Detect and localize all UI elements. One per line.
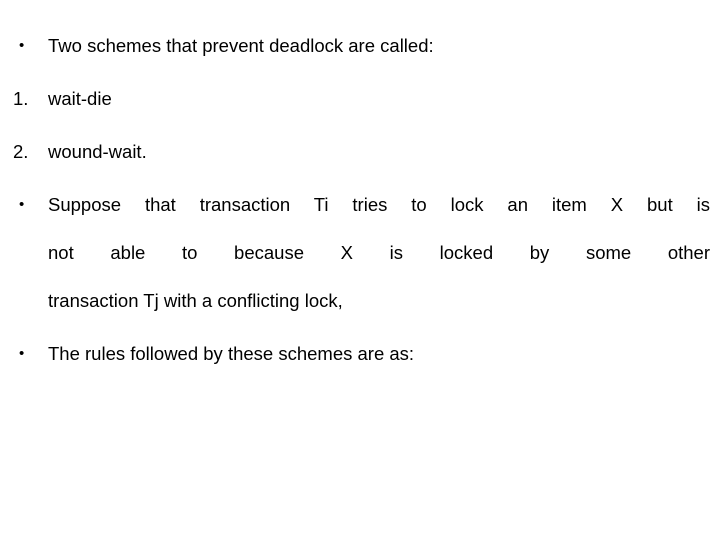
bullet-item-rules: • The rules followed by these schemes ar…	[0, 330, 720, 378]
bullet-item-text: Two schemes that prevent deadlock are ca…	[48, 35, 434, 56]
numbered-item-text: wait-die	[48, 88, 112, 109]
paragraph-line-2: not able to because X is locked by some …	[48, 242, 710, 263]
numbered-item-wound-wait: 2. wound-wait.	[0, 128, 720, 176]
bullet-item-text: The rules followed by these schemes are …	[48, 343, 415, 364]
list-number-marker: 2.	[13, 141, 29, 162]
numbered-item-text: wound-wait.	[48, 141, 147, 162]
paragraph-line-1: Suppose that transaction Ti tries to loc…	[48, 194, 710, 215]
bullet-icon: •	[19, 345, 25, 362]
numbered-item-wait-die: 1. wait-die	[0, 75, 720, 123]
bullet-item-suppose-paragraph: • Suppose that transaction Ti tries to l…	[0, 181, 720, 325]
slide-content: • Two schemes that prevent deadlock are …	[0, 22, 720, 378]
slide-canvas: • Two schemes that prevent deadlock are …	[0, 0, 720, 540]
bullet-icon: •	[19, 37, 25, 54]
list-number-marker: 1.	[13, 88, 29, 109]
paragraph-line-3: transaction Tj with a conflicting lock,	[48, 290, 343, 311]
bullet-item-two-schemes: • Two schemes that prevent deadlock are …	[0, 22, 720, 70]
bullet-icon: •	[19, 196, 25, 213]
